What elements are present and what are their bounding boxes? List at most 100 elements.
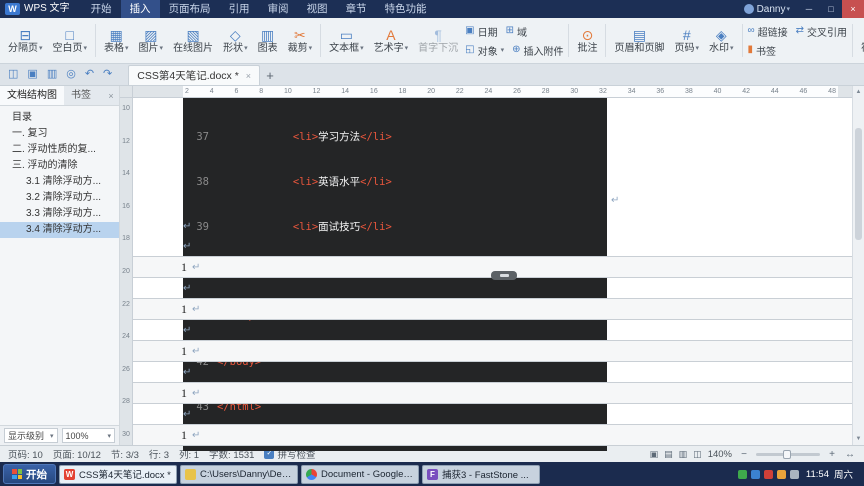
tray-icon[interactable] xyxy=(789,469,799,479)
display-level-dropdown[interactable]: 显示级别 ▾ xyxy=(4,428,58,443)
tab-close-icon[interactable]: × xyxy=(246,71,251,81)
new-document-tab-button[interactable]: + xyxy=(260,65,280,85)
map-zoom-dropdown[interactable]: 100% ▾ xyxy=(61,428,115,443)
view-mode-web-icon[interactable]: ▥ xyxy=(679,449,688,460)
fit-width-button[interactable]: ↔ xyxy=(844,449,856,460)
table-resize-handle[interactable] xyxy=(491,271,517,280)
comment-button[interactable]: ⊙ 批注 xyxy=(572,20,602,61)
undo-button[interactable]: ↶ xyxy=(85,63,94,85)
panel-close-icon[interactable]: × xyxy=(103,86,119,105)
zoom-in-button[interactable]: + xyxy=(826,449,838,460)
empty-paragraph[interactable]: ↵ xyxy=(133,278,852,298)
taskbar-item-explorer[interactable]: C:\Users\Danny\Desk... xyxy=(180,464,298,484)
table-button[interactable]: ▦ 表格 ▾ xyxy=(99,20,134,61)
empty-paragraph[interactable]: ↵ xyxy=(133,362,852,382)
view-mode-fullscreen-icon[interactable]: ◫ xyxy=(693,449,702,460)
text-box-button[interactable]: ▭ 文本框 ▾ xyxy=(324,20,369,61)
docmap-item[interactable]: 一. 复习 xyxy=(0,126,119,142)
docmap-item[interactable]: 目录 xyxy=(0,110,119,126)
docmap-item[interactable]: 二. 浮动性质的复... xyxy=(0,142,119,158)
word-art-button[interactable]: A 艺术字 ▾ xyxy=(369,20,414,61)
page-number-button[interactable]: # 页码 ▾ xyxy=(669,20,704,61)
document-page[interactable]: 37 <li>学习方法</li> 38 <li>英语水平</li> 39 <li… xyxy=(133,98,852,451)
menu-tab-insert[interactable]: 插入 xyxy=(120,0,160,18)
tray-icon[interactable] xyxy=(776,469,786,479)
numbered-list-row[interactable]: 1 ↵ xyxy=(133,340,852,362)
empty-paragraph[interactable]: ↵ xyxy=(133,216,852,236)
taskbar-item-chrome[interactable]: Document - Google C... xyxy=(301,464,419,484)
start-button[interactable]: 开始 xyxy=(3,464,56,484)
blank-page-button[interactable]: □ 空白页 ▾ xyxy=(48,20,93,61)
empty-paragraph[interactable]: ↵ xyxy=(133,236,852,256)
horizontal-ruler[interactable]: 2 4 6 8 10 12 14 16 18 20 22 24 26 28 30 32 34 36 38 40 42 44… xyxy=(133,86,852,98)
close-button[interactable]: × xyxy=(842,0,864,18)
bookmark-button[interactable]: ▮ 书签 xyxy=(748,43,777,58)
tray-icon[interactable] xyxy=(763,469,773,479)
menu-tab-section[interactable]: 章节 xyxy=(337,0,376,18)
numbered-list-row[interactable]: 1 ↵ xyxy=(133,382,852,404)
minimize-button[interactable]: ─ xyxy=(798,0,820,18)
docmap-item[interactable]: 三. 浮动的清除 xyxy=(0,158,119,174)
watermark-button[interactable]: ◈ 水印 ▾ xyxy=(704,20,739,61)
redo-button[interactable]: ↷ xyxy=(103,63,112,85)
tray-icon[interactable] xyxy=(737,469,747,479)
save-button[interactable]: ◫ xyxy=(8,63,18,85)
export-button[interactable]: ▣ xyxy=(27,63,37,85)
chart-button[interactable]: ▥ 图表 xyxy=(253,20,283,61)
tab-document-map[interactable]: 文档结构图 xyxy=(0,86,64,105)
scroll-up-icon[interactable]: ▲ xyxy=(853,86,864,98)
taskbar-item-wps[interactable]: W CSS第4天笔记.docx * xyxy=(59,464,177,484)
zoom-slider-thumb[interactable] xyxy=(783,449,791,459)
docmap-item-selected[interactable]: 3.4 清除浮动方... xyxy=(0,222,119,238)
taskbar-clock[interactable]: 11:54 周六 xyxy=(803,467,856,482)
view-mode-outline-icon[interactable]: ▤ xyxy=(664,449,673,460)
menu-tab-references[interactable]: 引用 xyxy=(220,0,259,18)
numbered-list-row[interactable]: 1 ↵ xyxy=(133,424,852,446)
zoom-percentage[interactable]: 140% xyxy=(708,449,732,460)
menu-tab-review[interactable]: 审阅 xyxy=(259,0,298,18)
empty-paragraph[interactable]: ↵ xyxy=(133,320,852,340)
docmap-item[interactable]: 3.3 清除浮动方... xyxy=(0,206,119,222)
scroll-down-icon[interactable]: ▼ xyxy=(853,433,864,445)
restore-button[interactable]: □ xyxy=(820,0,842,18)
field-button[interactable]: ⊞ 域 xyxy=(506,24,527,39)
user-avatar[interactable] xyxy=(743,4,754,14)
picture-button[interactable]: ▨ 图片 ▾ xyxy=(134,20,169,61)
page-break-button[interactable]: ⊟ 分隔页 ▾ xyxy=(3,20,48,61)
cross-reference-button[interactable]: ⇄ 交叉引用 xyxy=(796,24,847,39)
object-button[interactable]: ◱ 对象 ▾ xyxy=(465,43,504,58)
user-dropdown-icon[interactable]: ▾ xyxy=(786,5,790,13)
taskbar-item-faststone[interactable]: F 捕获3 - FastStone ... xyxy=(422,464,540,484)
vertical-ruler[interactable]: 10 12 14 16 18 20 22 24 26 28 30 xyxy=(120,98,133,445)
view-mode-page-icon[interactable]: ▣ xyxy=(650,449,659,460)
hyperlink-button[interactable]: ∞ 超链接 xyxy=(748,24,788,39)
tray-icon[interactable] xyxy=(750,469,760,479)
menu-tab-page-layout[interactable]: 页面布局 xyxy=(160,0,220,18)
empty-paragraph[interactable]: ↵ xyxy=(133,404,852,424)
vertical-scrollbar[interactable]: ▲ ▼ xyxy=(852,86,864,445)
menu-tab-home[interactable]: 开始 xyxy=(82,0,121,18)
shapes-button[interactable]: ◇ 形状 ▾ xyxy=(218,20,253,61)
wps-logo-icon[interactable]: W xyxy=(5,3,20,15)
symbol-button[interactable]: Ω 符号▾ xyxy=(856,20,864,61)
online-picture-button[interactable]: ▧ 在线图片 xyxy=(168,20,218,61)
document-tab[interactable]: CSS第4天笔记.docx * × xyxy=(128,65,261,85)
user-name[interactable]: Danny xyxy=(757,4,786,15)
zoom-out-button[interactable]: − xyxy=(738,449,750,460)
menu-tab-view[interactable]: 视图 xyxy=(298,0,337,18)
numbered-list-row[interactable]: 1 ↵ xyxy=(133,298,852,320)
docmap-item[interactable]: 3.1 清除浮动方... xyxy=(0,174,119,190)
scrollbar-thumb[interactable] xyxy=(855,128,862,240)
print-button[interactable]: ▥ xyxy=(47,63,57,85)
tab-bookmarks[interactable]: 书签 xyxy=(64,86,98,105)
date-icon: ▣ xyxy=(465,25,475,36)
header-footer-button[interactable]: ▤ 页眉和页脚 xyxy=(609,20,669,61)
menu-tab-special-features[interactable]: 特色功能 xyxy=(376,0,436,18)
date-button[interactable]: ▣ 日期 xyxy=(465,24,497,39)
crop-button[interactable]: ✂ 裁剪 ▾ xyxy=(283,20,318,61)
attach-file-button[interactable]: ⊕ 插入附件 xyxy=(512,43,563,58)
zoom-slider[interactable] xyxy=(756,449,820,459)
docmap-item[interactable]: 3.2 清除浮动方... xyxy=(0,190,119,206)
print-preview-button[interactable]: ◎ xyxy=(66,63,76,85)
paragraph-mark: ↵ xyxy=(611,195,620,206)
